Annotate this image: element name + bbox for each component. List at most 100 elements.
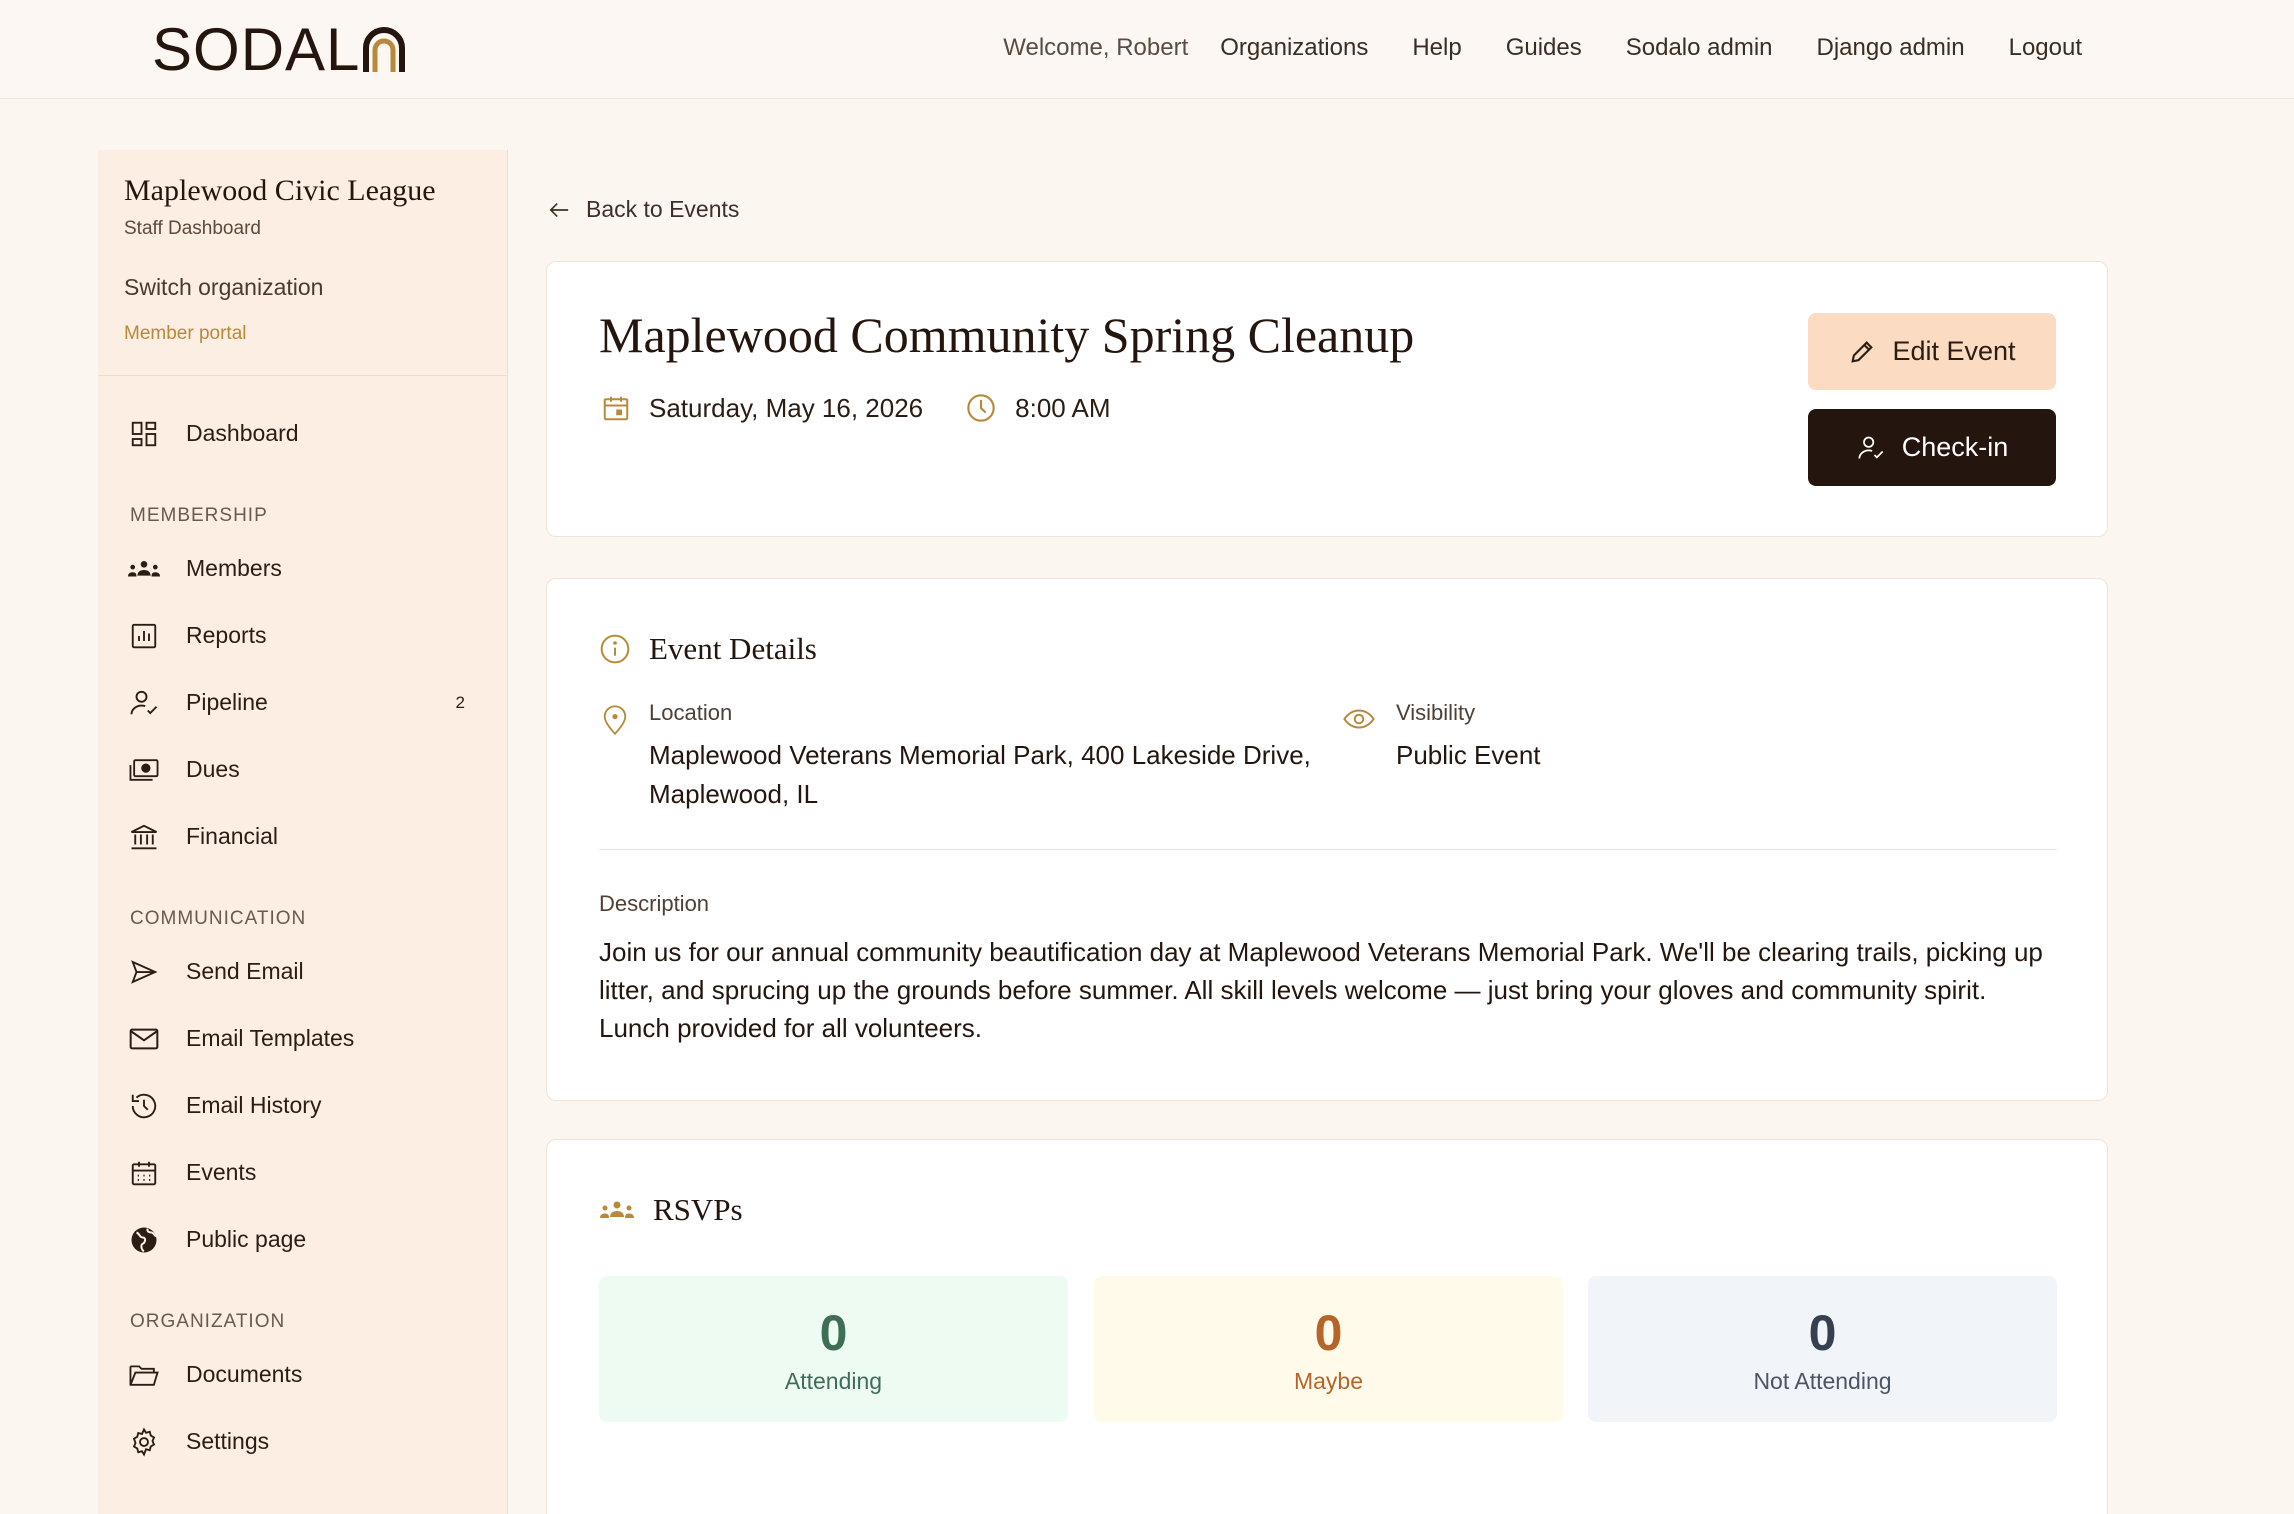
sidebar-item-label: Financial bbox=[186, 823, 279, 849]
pipeline-count-badge: 2 bbox=[455, 692, 465, 712]
attending-label: Attending bbox=[784, 1367, 883, 1394]
not-attending-label: Not Attending bbox=[1753, 1367, 1892, 1394]
eye-icon bbox=[1343, 709, 1375, 729]
event-details-card: Event Details Location Maplewood Veteran… bbox=[546, 578, 2108, 1101]
sidebar-nav: Dashboard MEMBERSHIP Members Reports Pip… bbox=[98, 376, 507, 1475]
rsvps-title: RSVPs bbox=[653, 1192, 743, 1227]
section-label-organization: ORGANIZATION bbox=[130, 1311, 286, 1332]
sidebar-item-email-history[interactable]: Email History bbox=[98, 1072, 507, 1139]
section-label-communication: COMMUNICATION bbox=[130, 908, 307, 929]
user-check-icon bbox=[128, 687, 160, 719]
check-in-button[interactable]: Check-in bbox=[1808, 409, 2056, 486]
sidebar-item-label: Email History bbox=[186, 1092, 322, 1118]
envelope-icon bbox=[128, 1023, 160, 1055]
not-attending-count: 0 bbox=[1808, 1304, 1837, 1361]
reports-chart-icon bbox=[128, 620, 160, 652]
welcome-text: Welcome, Robert bbox=[1003, 34, 1189, 61]
calendar-icon bbox=[603, 396, 629, 421]
members-group-icon bbox=[128, 553, 160, 585]
sidebar-item-events[interactable]: Events bbox=[98, 1139, 507, 1206]
dashboard-grid-icon bbox=[128, 418, 160, 450]
event-date: Saturday, May 16, 2026 bbox=[601, 392, 923, 424]
arrow-left-icon bbox=[549, 202, 569, 217]
location-detail: Location Maplewood Veterans Memorial Par… bbox=[601, 700, 1311, 814]
sidebar-item-send-email[interactable]: Send Email bbox=[98, 938, 507, 1005]
sidebar-item-label: Settings bbox=[186, 1428, 270, 1454]
attending-count: 0 bbox=[819, 1304, 848, 1361]
back-to-events-link[interactable]: Back to Events bbox=[548, 196, 739, 223]
members-group-icon bbox=[600, 1201, 634, 1218]
switch-organization-link[interactable]: Switch organization bbox=[124, 274, 507, 301]
section-label-membership: MEMBERSHIP bbox=[130, 505, 268, 526]
edit-event-button[interactable]: Edit Event bbox=[1808, 313, 2056, 390]
globe-icon bbox=[128, 1224, 160, 1256]
sidebar-item-label: Email Templates bbox=[186, 1025, 355, 1051]
nav-django-admin[interactable]: Django admin bbox=[1817, 34, 1965, 62]
org-name: Maplewood Civic League bbox=[124, 174, 436, 207]
sidebar-item-label: Dashboard bbox=[186, 420, 299, 446]
nav-help[interactable]: Help bbox=[1412, 34, 1461, 62]
check-in-label: Check-in bbox=[1901, 432, 2009, 462]
nav-guides[interactable]: Guides bbox=[1506, 34, 1582, 62]
nav-sodalo-admin[interactable]: Sodalo admin bbox=[1626, 34, 1773, 62]
org-block: Maplewood Civic League Staff Dashboard S… bbox=[98, 150, 507, 376]
cash-icon bbox=[128, 754, 160, 786]
location-line-1: Maplewood Veterans Memorial Park, 400 La… bbox=[649, 740, 1311, 770]
edit-event-label: Edit Event bbox=[1892, 336, 2016, 366]
description-text: Join us for our annual community beautif… bbox=[599, 937, 2043, 1043]
sidebar-item-label: Pipeline bbox=[186, 689, 268, 715]
event-header-card: Maplewood Community Spring Cleanup Satur… bbox=[546, 261, 2108, 537]
sidebar-item-members[interactable]: Members bbox=[98, 535, 507, 602]
location-label: Location bbox=[649, 700, 733, 725]
rsvps-heading: RSVPs bbox=[599, 1192, 743, 1228]
member-portal-link[interactable]: Member portal bbox=[124, 323, 507, 345]
sidebar-item-label: Reports bbox=[186, 622, 267, 648]
history-clock-icon bbox=[128, 1090, 160, 1122]
sidebar-item-label: Events bbox=[186, 1159, 257, 1185]
logo-o-arch-icon bbox=[363, 27, 406, 72]
sidebar-item-label: Members bbox=[186, 555, 282, 581]
sidebar-item-financial[interactable]: Financial bbox=[98, 803, 507, 870]
user-check-icon bbox=[1858, 436, 1884, 459]
sidebar: Maplewood Civic League Staff Dashboard S… bbox=[98, 150, 508, 1514]
calendar-icon bbox=[128, 1157, 160, 1189]
sidebar-item-settings[interactable]: Settings bbox=[98, 1408, 507, 1475]
event-details-title: Event Details bbox=[649, 631, 817, 666]
folder-open-icon bbox=[128, 1359, 160, 1391]
event-details-heading: Event Details bbox=[599, 631, 817, 667]
sidebar-item-dashboard[interactable]: Dashboard bbox=[98, 400, 507, 467]
sidebar-item-pipeline[interactable]: Pipeline 2 bbox=[98, 669, 507, 736]
clock-icon bbox=[967, 394, 995, 422]
back-label: Back to Events bbox=[586, 196, 740, 222]
sodalo-logo[interactable]: SODAL bbox=[152, 14, 406, 84]
sidebar-item-public-page[interactable]: Public page bbox=[98, 1206, 507, 1273]
rsvps-card: RSVPs 0 Attending 0 Maybe 0 Not Attendin… bbox=[546, 1139, 2108, 1514]
nav-logout[interactable]: Logout bbox=[2009, 34, 2082, 62]
logo-text: SODAL bbox=[152, 15, 361, 83]
sidebar-item-reports[interactable]: Reports bbox=[98, 602, 507, 669]
event-time: 8:00 AM bbox=[965, 392, 1111, 424]
event-time-text: 8:00 AM bbox=[1015, 392, 1111, 423]
event-title: Maplewood Community Spring Cleanup bbox=[599, 307, 1415, 363]
attending-stat: 0 Attending bbox=[599, 1276, 1068, 1422]
pencil-icon bbox=[1851, 340, 1874, 363]
event-date-text: Saturday, May 16, 2026 bbox=[649, 392, 924, 423]
gear-icon bbox=[128, 1426, 160, 1458]
sidebar-item-label: Documents bbox=[186, 1361, 303, 1387]
maybe-count: 0 bbox=[1314, 1304, 1343, 1361]
sidebar-item-dues[interactable]: Dues bbox=[98, 736, 507, 803]
map-pin-icon bbox=[603, 705, 627, 736]
details-divider bbox=[599, 849, 2057, 850]
visibility-detail: Visibility Public Event bbox=[1342, 700, 1541, 775]
location-line-2: Maplewood, IL bbox=[649, 779, 819, 809]
sidebar-item-label: Public page bbox=[186, 1226, 307, 1252]
nav-organizations[interactable]: Organizations bbox=[1220, 34, 1368, 62]
bank-icon bbox=[128, 821, 160, 853]
not-attending-stat: 0 Not Attending bbox=[1588, 1276, 2057, 1422]
org-subtitle: Staff Dashboard bbox=[124, 218, 261, 239]
info-icon bbox=[600, 634, 630, 664]
maybe-label: Maybe bbox=[1293, 1367, 1364, 1394]
sidebar-item-email-templates[interactable]: Email Templates bbox=[98, 1005, 507, 1072]
description-label: Description bbox=[599, 891, 710, 916]
sidebar-item-documents[interactable]: Documents bbox=[98, 1341, 507, 1408]
